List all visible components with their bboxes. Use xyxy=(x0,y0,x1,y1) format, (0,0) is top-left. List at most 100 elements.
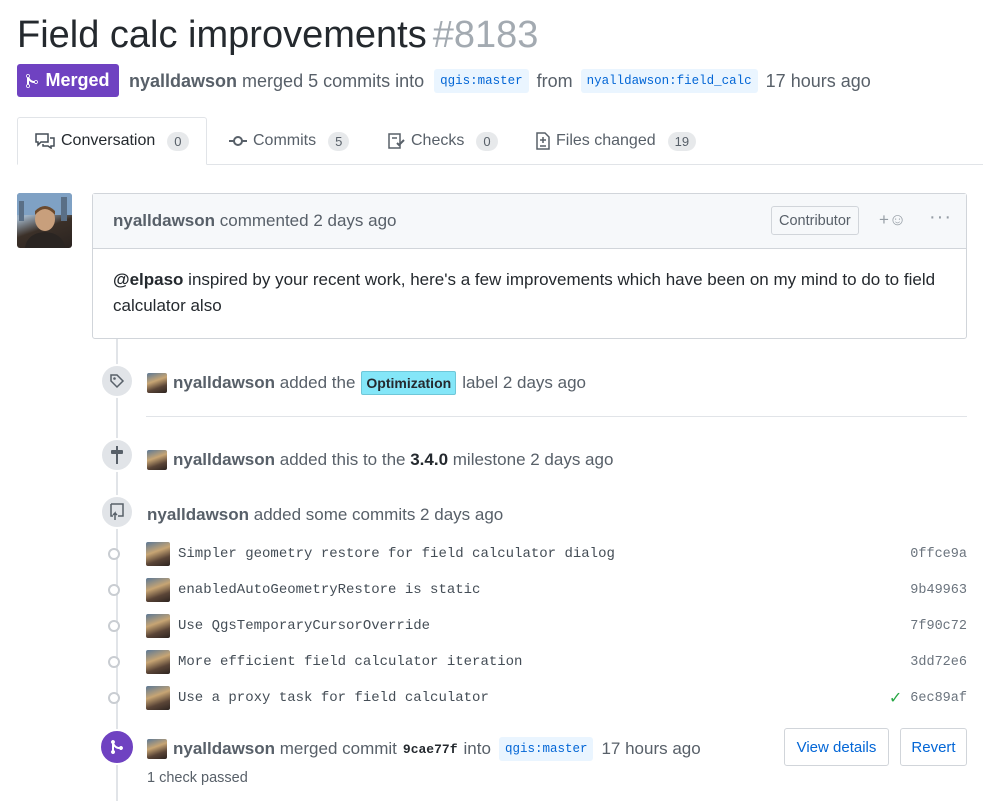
commit-row: Simpler geometry restore for field calcu… xyxy=(108,540,967,568)
avatar[interactable] xyxy=(147,739,167,759)
commit-dot-icon xyxy=(108,584,120,596)
comment-action: commented xyxy=(219,211,309,230)
pr-tabs: Conversation 0 Commits 5 Checks 0 Files … xyxy=(17,117,983,165)
merged-state-badge: Merged xyxy=(17,64,119,97)
commit-row: enabledAutoGeometryRestore is static 9b4… xyxy=(108,576,967,604)
tab-files-changed[interactable]: Files changed 19 xyxy=(536,117,697,165)
commit-dot-icon xyxy=(108,548,120,560)
comment-discussion-icon xyxy=(35,133,55,149)
commit-sha-link[interactable]: 3dd72e6 xyxy=(910,655,967,670)
tab-commits-count: 5 xyxy=(328,131,350,151)
tag-icon xyxy=(100,364,134,398)
avatar[interactable] xyxy=(146,542,170,566)
tab-files-changed-label: Files changed xyxy=(556,132,656,149)
commit-message-link[interactable]: enabledAutoGeometryRestore is static xyxy=(178,582,910,598)
avatar[interactable] xyxy=(147,373,167,393)
commenter-avatar[interactable] xyxy=(17,193,72,248)
commit-message-link[interactable]: Use a proxy task for field calculator xyxy=(178,690,889,706)
tab-commits-label: Commits xyxy=(253,132,317,149)
view-details-button[interactable]: View details xyxy=(784,728,889,766)
merge-event: nyalldawson merged commit 9cae77f into q… xyxy=(147,734,701,764)
head-branch[interactable]: nyalldawson:field_calc xyxy=(580,69,758,93)
avatar[interactable] xyxy=(146,614,170,638)
tab-conversation-count: 0 xyxy=(167,131,189,151)
comment-text: inspired by your recent work, here's a f… xyxy=(113,270,936,315)
commit-message-link[interactable]: Use QgsTemporaryCursorOverride xyxy=(178,618,910,634)
event-text: added the xyxy=(279,373,356,392)
commit-row: More efficient field calculator iteratio… xyxy=(108,648,967,676)
event-text: merged commit xyxy=(279,739,397,758)
commit-dot-icon xyxy=(108,692,120,704)
commit-message-link[interactable]: More efficient field calculator iteratio… xyxy=(178,654,910,670)
pr-meta: nyalldawson merged 5 commits into qgis:m… xyxy=(129,66,871,96)
event-time-text: label 2 days ago xyxy=(462,373,587,392)
from-text: from xyxy=(536,70,573,91)
event-text: added this to the xyxy=(279,450,406,469)
merged-label: Merged xyxy=(45,70,110,90)
commit-message-link[interactable]: Simpler geometry restore for field calcu… xyxy=(178,546,910,562)
git-commit-icon xyxy=(229,136,247,146)
checklist-icon xyxy=(388,133,405,149)
milestone-icon xyxy=(100,438,134,472)
tab-checks[interactable]: Checks 0 xyxy=(388,117,498,165)
event-author-link[interactable]: nyalldawson xyxy=(147,505,249,525)
git-merge-icon xyxy=(26,73,39,88)
checks-status[interactable]: 1 check passed xyxy=(147,770,248,786)
avatar[interactable] xyxy=(146,578,170,602)
avatar[interactable] xyxy=(146,650,170,674)
milestone-link[interactable]: 3.4.0 xyxy=(410,450,448,470)
tab-files-changed-count: 19 xyxy=(667,131,697,151)
avatar[interactable] xyxy=(146,686,170,710)
avatar[interactable] xyxy=(147,450,167,470)
event-time-text: milestone 2 days ago xyxy=(452,450,614,469)
label-event: nyalldawson added the Optimization label… xyxy=(147,368,586,398)
event-time-text: 17 hours ago xyxy=(601,739,701,758)
file-diff-icon xyxy=(536,132,550,150)
event-author-link[interactable]: nyalldawson xyxy=(173,373,275,393)
commit-sha-link[interactable]: 6ec89af xyxy=(910,691,967,706)
tab-conversation[interactable]: Conversation 0 xyxy=(17,117,207,165)
more-options-icon[interactable]: ··· xyxy=(929,206,952,229)
git-merge-icon xyxy=(99,729,135,765)
tab-commits[interactable]: Commits 5 xyxy=(229,117,350,165)
commits-event: nyalldawson added some commits 2 days ag… xyxy=(147,500,503,530)
label-optimization[interactable]: Optimization xyxy=(361,371,457,395)
mention-link[interactable]: @elpaso xyxy=(113,270,183,289)
comment-author-link[interactable]: nyalldawson xyxy=(113,211,215,230)
check-success-icon[interactable]: ✓ xyxy=(889,688,902,708)
comment-card: nyalldawson commented 2 days ago Contrib… xyxy=(92,193,967,339)
contributor-badge: Contributor xyxy=(771,206,859,235)
base-branch[interactable]: qgis:master xyxy=(434,69,529,93)
add-reaction-icon[interactable]: +☺ xyxy=(879,210,906,230)
commit-row: Use QgsTemporaryCursorOverride 7f90c72 xyxy=(108,612,967,640)
tab-checks-label: Checks xyxy=(411,132,465,149)
event-text: added some commits 2 days ago xyxy=(253,505,504,524)
merge-target-branch[interactable]: qgis:master xyxy=(498,737,594,761)
repo-push-icon xyxy=(100,495,134,529)
event-author-link[interactable]: nyalldawson xyxy=(173,739,275,759)
commit-dot-icon xyxy=(108,620,120,632)
milestone-event: nyalldawson added this to the 3.4.0 mile… xyxy=(147,445,613,475)
tab-conversation-label: Conversation xyxy=(61,132,156,149)
comment-header: nyalldawson commented 2 days ago Contrib… xyxy=(93,194,966,249)
avatar-portrait-icon xyxy=(17,193,72,248)
merge-commit-sha-link[interactable]: 9cae77f xyxy=(403,742,458,757)
revert-button[interactable]: Revert xyxy=(900,728,967,766)
commit-sha-link[interactable]: 0ffce9a xyxy=(910,547,967,562)
commit-sha-link[interactable]: 7f90c72 xyxy=(910,619,967,634)
event-author-link[interactable]: nyalldawson xyxy=(173,450,275,470)
pr-title: Field calc improvements xyxy=(17,14,427,56)
comment-time-link[interactable]: 2 days ago xyxy=(313,211,396,230)
pr-author-link[interactable]: nyalldawson xyxy=(129,71,237,92)
commit-row: Use a proxy task for field calculator ✓ … xyxy=(108,684,967,712)
merge-summary: merged 5 commits into xyxy=(242,70,425,91)
merge-time: 17 hours ago xyxy=(765,70,871,91)
comment-byline: nyalldawson commented 2 days ago xyxy=(113,211,397,231)
commit-dot-icon xyxy=(108,656,120,668)
tab-checks-count: 0 xyxy=(476,131,498,151)
timeline-divider xyxy=(146,416,967,417)
commit-sha-link[interactable]: 9b49963 xyxy=(910,583,967,598)
page-title: Field calc improvements #8183 xyxy=(17,12,538,58)
pr-number: #8183 xyxy=(432,14,539,56)
comment-body: @elpaso inspired by your recent work, he… xyxy=(93,249,966,337)
